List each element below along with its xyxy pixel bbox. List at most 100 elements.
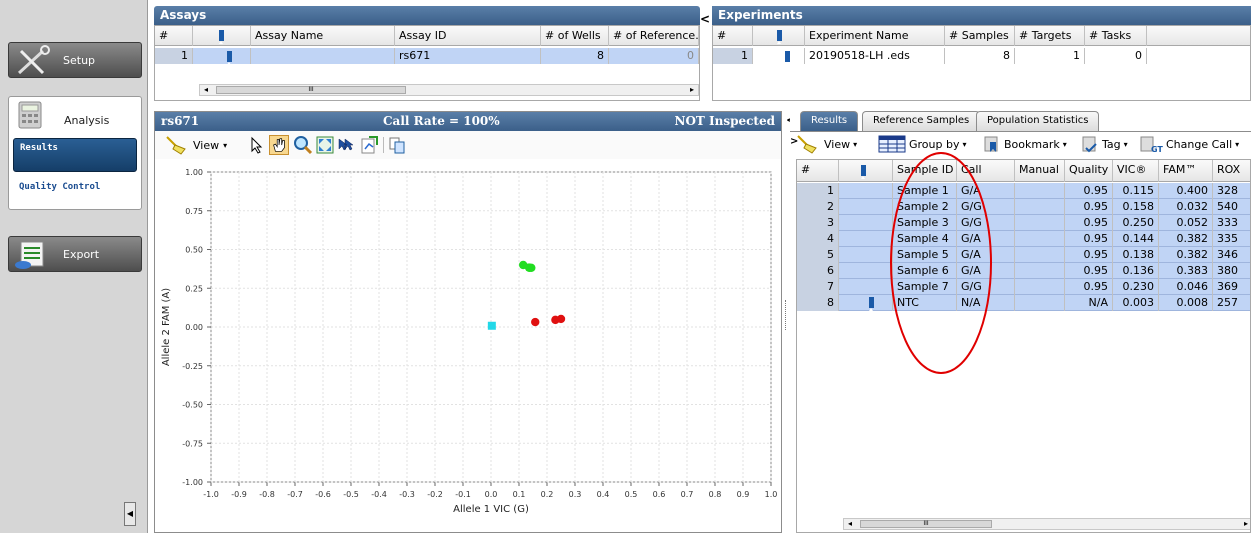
tag-button[interactable]: Tag ▾ <box>1080 134 1128 154</box>
col-manual[interactable]: Manual <box>1015 160 1065 182</box>
table-row[interactable]: 1 Sample 1 G/A 0.95 0.115 0.400 328 <box>797 183 1250 199</box>
plot-toolbar: View ▾ <box>155 131 781 159</box>
bookmark-icon[interactable] <box>869 297 874 311</box>
assays-scrollbar[interactable]: ◂ III ▸ <box>199 84 699 96</box>
cell-quality: 0.95 <box>1065 279 1113 295</box>
experiments-table: # Experiment Name # Samples # Targets # … <box>712 25 1251 101</box>
col-bookmark[interactable] <box>193 26 251 46</box>
bookmark-icon[interactable] <box>227 51 232 64</box>
export-icon <box>15 241 44 269</box>
x-tick-label: -0.5 <box>343 490 359 499</box>
scroll-left-icon[interactable]: ◂ <box>848 519 852 528</box>
table-row[interactable]: 1 20190518-LH .eds 8 1 0 <box>713 48 1250 64</box>
col-num[interactable]: # <box>155 26 193 46</box>
col-reference[interactable]: # of Reference... <box>609 26 699 46</box>
cell-bookmark <box>839 279 893 295</box>
splitter-handle[interactable] <box>785 300 788 330</box>
cell-num: 3 <box>797 215 839 231</box>
assays-table: # Assay Name Assay ID # of Wells # of Re… <box>154 25 700 101</box>
data-point-square[interactable] <box>487 321 496 330</box>
bookmark-icon[interactable] <box>785 51 790 64</box>
col-samples[interactable]: # Samples <box>945 26 1015 46</box>
y-tick-label: 0.50 <box>185 246 203 255</box>
scroll-right-icon[interactable]: ▸ <box>1244 519 1248 528</box>
scroll-right-icon[interactable]: ▸ <box>690 85 694 94</box>
cell-fam: 0.008 <box>1159 295 1213 311</box>
results-scrollbar[interactable]: ◂ III ▸ <box>843 518 1250 530</box>
col-bookmark[interactable] <box>753 26 805 46</box>
col-quality[interactable]: Quality <box>1065 160 1113 182</box>
col-assay-name[interactable]: Assay Name <box>251 26 395 46</box>
x-tick-label: -0.8 <box>259 490 275 499</box>
cell-quality: 0.95 <box>1065 183 1113 199</box>
col-rox[interactable]: ROX <box>1213 160 1250 182</box>
cell-rox: 333 <box>1213 215 1250 231</box>
x-axis-label: Allele 1 VIC (G) <box>453 504 529 515</box>
select-pointer-icon[interactable] <box>247 135 267 155</box>
scroll-left-icon[interactable]: ◂ <box>204 85 208 94</box>
x-tick-label: -0.4 <box>371 490 387 499</box>
setup-button[interactable]: Setup <box>8 42 142 78</box>
view-menu-button[interactable]: View ▾ <box>794 134 857 154</box>
change-call-icon: GT <box>1140 136 1163 154</box>
cell-vic: 0.138 <box>1113 247 1159 263</box>
table-row[interactable]: 4 Sample 4 G/A 0.95 0.144 0.382 335 <box>797 231 1250 247</box>
copy-icon[interactable] <box>387 135 407 155</box>
analysis-label[interactable]: Analysis <box>64 114 109 127</box>
export-plot-icon[interactable] <box>359 135 379 155</box>
table-row[interactable]: 1 rs671 8 0 <box>155 48 699 64</box>
col-fam[interactable]: FAM™ <box>1159 160 1213 182</box>
cell-manual <box>1015 183 1065 199</box>
dropdown-arrow-icon: ▾ <box>1235 139 1240 149</box>
col-vic[interactable]: VIC® <box>1113 160 1159 182</box>
cell-fam: 0.383 <box>1159 263 1213 279</box>
collapse-nav-button[interactable]: ◀ <box>124 502 136 526</box>
table-row[interactable]: 3 Sample 3 G/G 0.95 0.250 0.052 333 <box>797 215 1250 231</box>
col-assay-id[interactable]: Assay ID <box>395 26 541 46</box>
tab-population-statistics[interactable]: Population Statistics <box>976 111 1100 131</box>
scatter-plot[interactable]: -1.0 -0.9 -0.8 -0.7 -0.6 -0.5 -0.4 -0.3 -0.2 -0.1… <box>155 162 781 533</box>
col-wells[interactable]: # of Wells <box>541 26 609 46</box>
zoom-icon[interactable] <box>293 135 313 155</box>
tab-reference-samples[interactable]: Reference Samples <box>862 111 981 131</box>
analysis-section: Analysis Results Quality Control <box>8 96 142 210</box>
toolbar-divider <box>383 137 384 153</box>
col-targets[interactable]: # Targets <box>1015 26 1085 46</box>
table-row[interactable]: 8 NTC N/A N/A 0.003 0.008 257 <box>797 295 1250 311</box>
y-tick-label: -0.75 <box>182 439 203 448</box>
experiments-header-row: # Experiment Name # Samples # Targets # … <box>713 26 1250 46</box>
col-num[interactable]: # <box>797 160 839 182</box>
cell-num: 8 <box>797 295 839 311</box>
data-point[interactable] <box>531 317 540 327</box>
expand-toolbar-icon[interactable]: > <box>790 136 798 147</box>
fit-to-view-icon[interactable] <box>315 135 335 155</box>
multi-select-icon[interactable] <box>337 135 357 155</box>
scroll-thumb[interactable]: III <box>216 86 406 94</box>
table-row[interactable]: 5 Sample 5 G/A 0.95 0.138 0.382 346 <box>797 247 1250 263</box>
col-bookmark[interactable] <box>839 160 893 182</box>
cell-bookmark <box>839 199 893 215</box>
tab-results[interactable]: Results <box>800 111 859 131</box>
y-tick-label: -0.25 <box>182 362 203 371</box>
view-menu-button[interactable]: View ▾ <box>163 135 227 155</box>
col-experiment-name[interactable]: Experiment Name <box>805 26 945 46</box>
cell-num: 6 <box>797 263 839 279</box>
col-num[interactable]: # <box>713 26 753 46</box>
quality-control-nav-item[interactable]: Quality Control <box>19 182 100 192</box>
pan-hand-icon[interactable] <box>269 135 289 155</box>
cell-vic: 0.250 <box>1113 215 1159 231</box>
table-row[interactable]: 2 Sample 2 G/G 0.95 0.158 0.032 540 <box>797 199 1250 215</box>
assays-header: Assays <box>154 6 700 25</box>
export-button[interactable]: Export <box>8 236 142 272</box>
dropdown-arrow-icon: ▾ <box>1123 139 1128 149</box>
table-row[interactable]: 6 Sample 6 G/A 0.95 0.136 0.383 380 <box>797 263 1250 279</box>
col-tasks[interactable]: # Tasks <box>1085 26 1147 46</box>
data-point[interactable] <box>524 263 534 272</box>
change-call-button[interactable]: GT Change Call ▾ <box>1138 134 1239 154</box>
table-row[interactable]: 7 Sample 7 G/G 0.95 0.230 0.046 369 <box>797 279 1250 295</box>
scroll-thumb[interactable]: III <box>860 520 992 528</box>
results-nav-item[interactable]: Results <box>13 138 137 172</box>
x-tick-label: -0.1 <box>455 490 471 499</box>
collapse-experiments-icon[interactable]: < <box>700 12 710 26</box>
data-point[interactable] <box>551 315 560 325</box>
